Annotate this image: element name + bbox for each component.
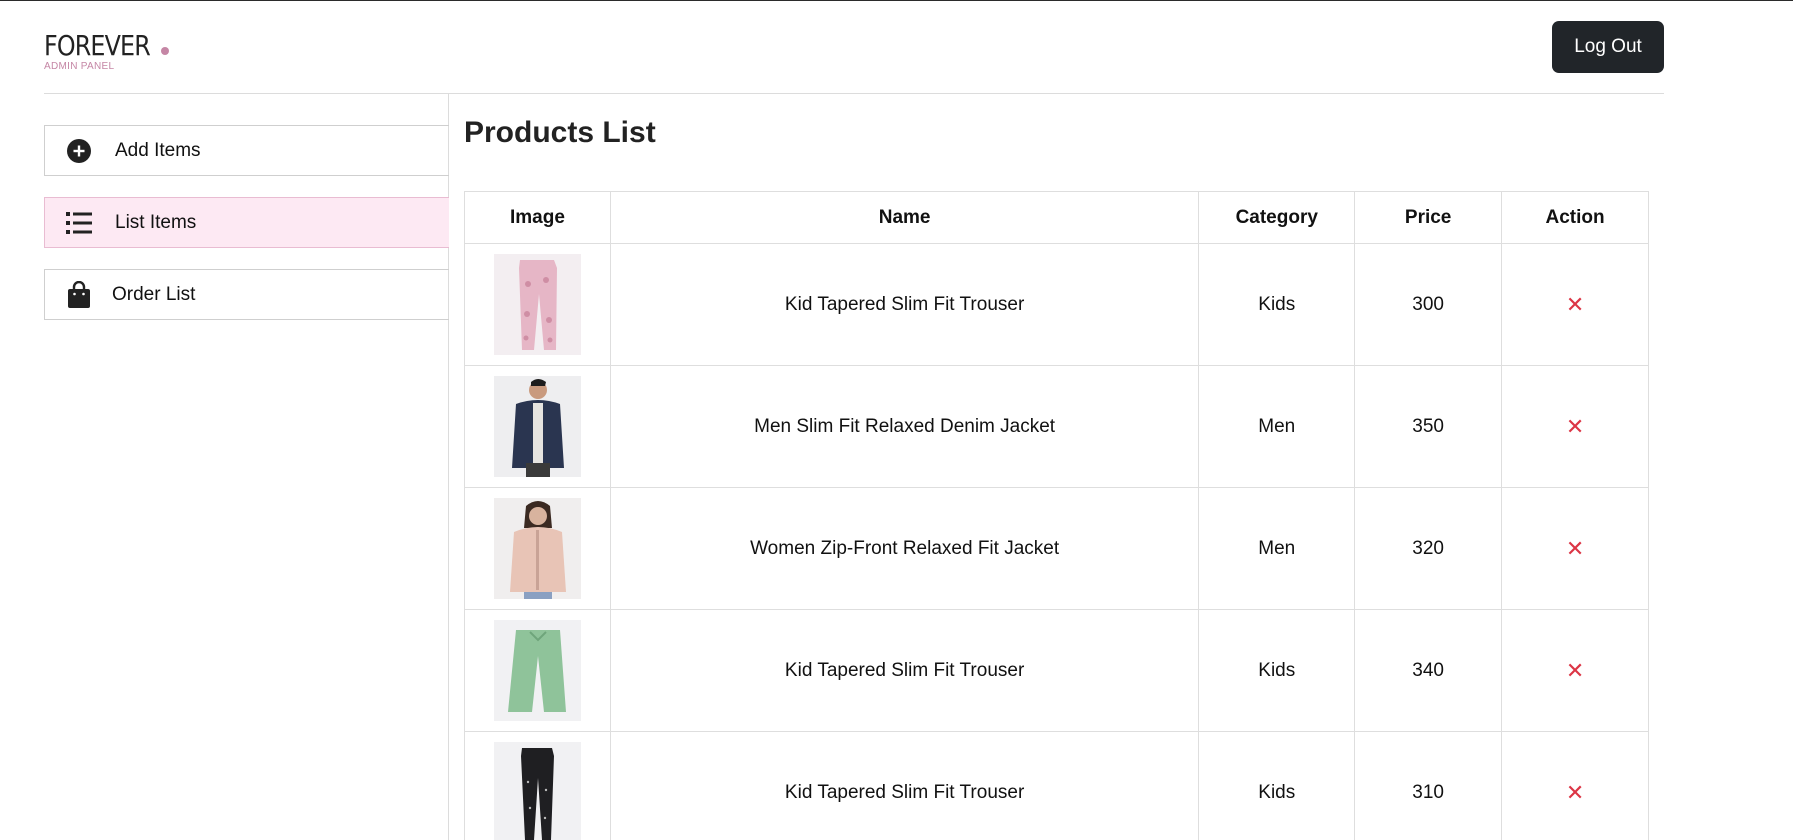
product-image	[493, 254, 581, 355]
product-price: 300	[1354, 243, 1503, 366]
table-row: Men Slim Fit Relaxed Denim Jacket Men 35…	[464, 365, 1649, 488]
delete-icon[interactable]: ✕	[1566, 658, 1584, 683]
column-header-name: Name	[609, 191, 1200, 244]
sidebar-item-add-items[interactable]: Add Items	[44, 125, 449, 176]
product-category: Men	[1198, 365, 1356, 488]
product-image	[493, 620, 581, 721]
product-category: Kids	[1198, 243, 1356, 366]
product-price: 320	[1354, 487, 1503, 610]
product-name: Kid Tapered Slim Fit Trouser	[609, 243, 1200, 366]
product-image	[493, 498, 581, 599]
product-category: Kids	[1198, 609, 1356, 732]
table-row: Kid Tapered Slim Fit Trouser Kids 300 ✕	[464, 243, 1649, 366]
product-price: 310	[1354, 731, 1503, 840]
product-category: Men	[1198, 487, 1356, 610]
sidebar-item-list-items[interactable]: List Items	[44, 197, 449, 248]
table-header-row: Image Name Category Price Action	[464, 191, 1649, 244]
page-title: Products List	[464, 116, 656, 149]
header: FOREVER ADMIN PANEL Log Out	[44, 1, 1664, 94]
product-image-cell	[464, 609, 611, 732]
column-header-image: Image	[464, 191, 611, 244]
product-image	[493, 376, 581, 477]
sidebar-item-label: Add Items	[115, 139, 201, 161]
product-price: 340	[1354, 609, 1503, 732]
product-image-cell	[464, 243, 611, 366]
sidebar-item-label: Order List	[112, 283, 196, 305]
list-icon	[65, 209, 93, 237]
table-row: Kid Tapered Slim Fit Trouser Kids 310 ✕	[464, 731, 1649, 840]
product-image-cell	[464, 365, 611, 488]
shopping-bag-icon	[65, 280, 93, 309]
product-name: Kid Tapered Slim Fit Trouser	[609, 609, 1200, 732]
sidebar: Add Items List Items Order List	[0, 94, 449, 840]
product-name: Men Slim Fit Relaxed Denim Jacket	[609, 365, 1200, 488]
plus-circle-icon	[65, 137, 93, 165]
products-table: Image Name Category Price Action Kid Tap…	[464, 191, 1649, 840]
sidebar-item-label: List Items	[115, 211, 197, 233]
product-name: Women Zip-Front Relaxed Fit Jacket	[609, 487, 1200, 610]
table-row: Women Zip-Front Relaxed Fit Jacket Men 3…	[464, 487, 1649, 610]
logo-subtitle: ADMIN PANEL	[44, 61, 115, 72]
delete-icon[interactable]: ✕	[1566, 780, 1584, 805]
column-header-price: Price	[1354, 191, 1503, 244]
product-image	[493, 742, 581, 840]
logo-text: FOREVER	[44, 29, 151, 62]
product-image-cell	[464, 731, 611, 840]
logo[interactable]: FOREVER ADMIN PANEL	[44, 31, 169, 73]
delete-icon[interactable]: ✕	[1566, 536, 1584, 561]
product-price: 350	[1354, 365, 1503, 488]
logo-dot	[161, 47, 169, 55]
logout-button[interactable]: Log Out	[1552, 21, 1664, 73]
delete-icon[interactable]: ✕	[1566, 414, 1584, 439]
column-header-action: Action	[1501, 191, 1649, 244]
product-name: Kid Tapered Slim Fit Trouser	[609, 731, 1200, 840]
table-row: Kid Tapered Slim Fit Trouser Kids 340 ✕	[464, 609, 1649, 732]
product-image-cell	[464, 487, 611, 610]
column-header-category: Category	[1198, 191, 1356, 244]
product-category: Kids	[1198, 731, 1356, 840]
sidebar-item-order-list[interactable]: Order List	[44, 269, 449, 320]
delete-icon[interactable]: ✕	[1566, 292, 1584, 317]
